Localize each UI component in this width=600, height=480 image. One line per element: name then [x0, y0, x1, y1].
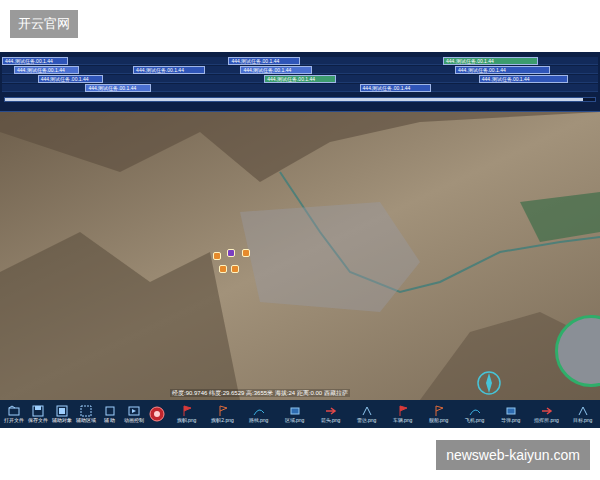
watermark-bottom: newsweb-kaiyun.com: [436, 440, 590, 470]
timeline-bar[interactable]: 444.测试任务.00.1.44: [443, 57, 538, 65]
asset-label: 车辆.png: [393, 417, 413, 424]
timeline-bar-label: 444.测试任务.00.1.44: [458, 67, 506, 73]
timeline-bar-label: 444.测试任务.00.1.44: [363, 85, 411, 91]
asset-item[interactable]: 目标.png: [565, 405, 600, 424]
timeline-bar-label: 444.测试任务.00.1.44: [41, 76, 89, 82]
toolbar-button[interactable]: 辅助对象: [50, 405, 73, 424]
asset-item[interactable]: 路线.png: [241, 405, 276, 424]
timeline-bar-label: 444.测试任务.00.1.44: [267, 76, 315, 82]
asset-icon: [541, 405, 553, 417]
timeline-bar[interactable]: 444.测试任务.00.1.44: [228, 57, 300, 65]
asset-icon: [325, 405, 337, 417]
compass-icon: [476, 370, 502, 396]
timeline-bar[interactable]: 444.测试任务.00.1.44: [14, 66, 80, 74]
asset-item[interactable]: 旗帜2.png: [205, 405, 240, 424]
timeline-track: 444.测试任务.00.1.44 444.测试任务.00.1.44: [2, 84, 598, 92]
timeline-bar-label: 444.测试任务.00.1.44: [88, 85, 136, 91]
asset-label: 旗帜.png: [177, 417, 197, 424]
alarm-button[interactable]: [146, 406, 168, 422]
timeline-bar-label: 444.测试任务.00.1.44: [243, 67, 291, 73]
timeline-panel: 444.测试任务.00.1.44444.测试任务.00.1.44444.测试任务…: [0, 52, 600, 112]
timeline-bar-label: 444.测试任务.00.1.44: [446, 58, 494, 64]
toolbar-button-label: 打开文件: [4, 417, 24, 424]
timeline-bar-label: 444.测试任务.00.1.44: [482, 76, 530, 82]
asset-label: 导弹.png: [501, 417, 521, 424]
tool-icon: [80, 405, 92, 417]
asset-icon: [181, 405, 193, 417]
asset-item[interactable]: 雷达.png: [349, 405, 384, 424]
map-view[interactable]: 经度:90.9746 纬度:29.6529 高:3655米 海拔:24 距离:0…: [0, 112, 600, 400]
asset-label: 飞机.png: [465, 417, 485, 424]
timeline-bar[interactable]: 444.测试任务.00.1.44: [38, 75, 104, 83]
scrollbar-thumb[interactable]: [5, 98, 583, 101]
asset-label: 舰船.png: [429, 417, 449, 424]
tool-icon: [56, 405, 68, 417]
toolbar-button-label: 动画控制: [124, 417, 144, 424]
asset-item[interactable]: 车辆.png: [385, 405, 420, 424]
timeline-bar[interactable]: 444.测试任务.00.1.44: [85, 84, 151, 92]
map-marker[interactable]: [242, 249, 250, 257]
map-marker[interactable]: [227, 249, 235, 257]
timeline-bar[interactable]: 444.测试任务.00.1.44: [360, 84, 432, 92]
toolbar-button[interactable]: 辅助区域: [74, 405, 97, 424]
tool-icon: [104, 405, 116, 417]
timeline-bar-label: 444.测试任务.00.1.44: [5, 58, 53, 64]
timeline-scrollbar[interactable]: [4, 97, 596, 102]
watermark-top: 开云官网: [10, 10, 78, 38]
asset-icon: [433, 405, 445, 417]
timeline-bar-label: 444.测试任务.00.1.44: [231, 58, 279, 64]
alarm-icon: [149, 406, 165, 422]
map-status: 经度:90.9746 纬度:29.6529 高:3655米 海拔:24 距离:0…: [170, 389, 350, 397]
timeline-bar[interactable]: 444.测试任务.00.1.44: [133, 66, 205, 74]
map-marker[interactable]: [213, 252, 221, 260]
asset-item[interactable]: 箭头.png: [313, 405, 348, 424]
tool-icon: [8, 405, 20, 417]
asset-icon: [397, 405, 409, 417]
asset-label: 路线.png: [249, 417, 269, 424]
asset-item[interactable]: 旗帜.png: [169, 405, 204, 424]
asset-icon: [217, 405, 229, 417]
asset-item[interactable]: 舰船.png: [421, 405, 456, 424]
asset-item[interactable]: 导弹.png: [493, 405, 528, 424]
toolbar-button[interactable]: 保存文件: [26, 405, 49, 424]
tool-icon: [32, 405, 44, 417]
asset-icon: [289, 405, 301, 417]
timeline-track: 444.测试任务.00.1.44 444.测试任务.00.1.44 444.测试任务…: [2, 75, 598, 83]
toolbar-button-label: 辅助区域: [76, 417, 96, 424]
map-marker[interactable]: [219, 265, 227, 273]
asset-label: 箭头.png: [321, 417, 341, 424]
asset-icon: [505, 405, 517, 417]
tool-icon: [128, 405, 140, 417]
toolbar-button[interactable]: 打开文件: [2, 405, 25, 424]
timeline-bar[interactable]: 444.测试任务.00.1.44: [240, 66, 312, 74]
toolbar-button[interactable]: 辅 助: [98, 405, 121, 424]
timeline-bar[interactable]: 444.测试任务.00.1.44: [264, 75, 336, 83]
asset-label: 旗帜2.png: [211, 417, 234, 424]
asset-icon: [253, 405, 265, 417]
timeline-bar-label: 444.测试任务.00.1.44: [17, 67, 65, 73]
asset-icon: [577, 405, 589, 417]
map-marker[interactable]: [231, 265, 239, 273]
terrain-icon: [0, 112, 600, 400]
asset-label: 雷达.png: [357, 417, 377, 424]
asset-label: 区域.png: [285, 417, 305, 424]
timeline-bar[interactable]: 444.测试任务.00.1.44: [2, 57, 68, 65]
timeline-bar[interactable]: 444.测试任务.00.1.44: [455, 66, 550, 74]
asset-label: 目标.png: [573, 417, 593, 424]
toolbar-button[interactable]: 动画控制: [122, 405, 145, 424]
asset-item[interactable]: 飞机.png: [457, 405, 492, 424]
timeline-bar-label: 444.测试任务.00.1.44: [136, 67, 184, 73]
timeline-bar[interactable]: 444.测试任务.00.1.44: [479, 75, 568, 83]
asset-item[interactable]: 区域.png: [277, 405, 312, 424]
toolbar-button-label: 辅助对象: [52, 417, 72, 424]
asset-item[interactable]: 指挥所.png: [529, 405, 564, 424]
asset-label: 指挥所.png: [534, 417, 559, 424]
toolbar: 打开文件保存文件辅助对象辅助区域 辅 助 动画控制 旗帜.png 旗帜2.png 路线.p…: [0, 400, 600, 428]
asset-icon: [469, 405, 481, 417]
toolbar-button-label: 保存文件: [28, 417, 48, 424]
asset-icon: [361, 405, 373, 417]
timeline-track: 444.测试任务.00.1.44 444.测试任务.00.1.44 444.测试任务…: [2, 57, 598, 65]
timeline-track: 444.测试任务.00.1.44 444.测试任务.00.1.44 444.测试任务…: [2, 66, 598, 74]
toolbar-button-label: 辅 助: [104, 417, 115, 424]
